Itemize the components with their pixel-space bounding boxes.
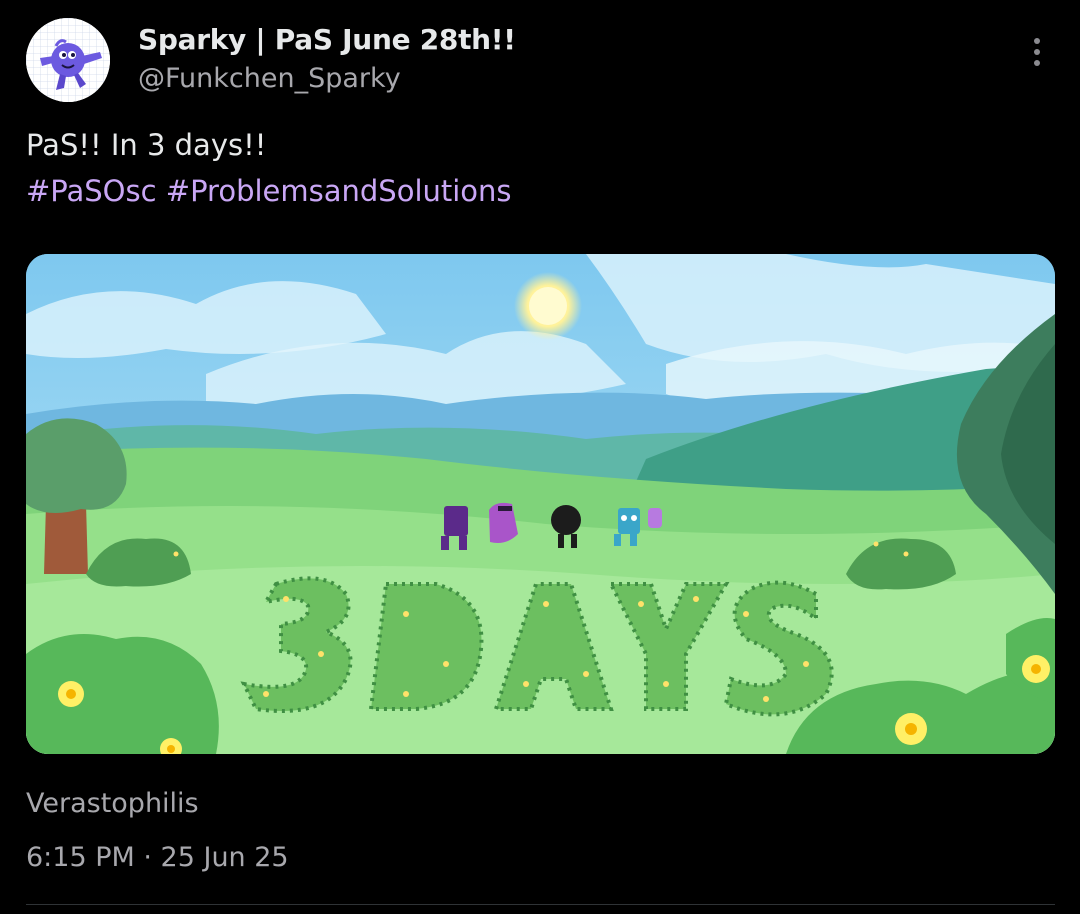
post-text: PaS!! In 3 days!! #PaSOsc #ProblemsandSo…: [26, 122, 512, 214]
author-info: Sparky | PaS June 28th!! @Funkchen_Spark…: [138, 20, 516, 98]
more-options-button[interactable]: [1022, 34, 1052, 70]
hashtag-list: #PaSOsc #ProblemsandSolutions: [26, 168, 512, 214]
divider: [26, 904, 1055, 905]
3-days-countdown-illustration: [26, 254, 1055, 754]
author-avatar[interactable]: [26, 18, 110, 102]
post-text-line: PaS!! In 3 days!!: [26, 128, 267, 162]
hashtag-link[interactable]: #PaSOsc: [26, 174, 157, 208]
more-vertical-icon-dot: [1034, 60, 1040, 66]
purple-character-avatar-icon: [26, 18, 110, 102]
author-display-name[interactable]: Sparky | PaS June 28th!!: [138, 20, 516, 60]
post-attribution[interactable]: Verastophilis: [26, 782, 199, 826]
post: Sparky | PaS June 28th!! @Funkchen_Spark…: [0, 0, 1080, 914]
post-media-image[interactable]: [26, 254, 1055, 754]
hashtag-link[interactable]: #ProblemsandSolutions: [166, 174, 512, 208]
more-vertical-icon: [1034, 38, 1040, 44]
author-handle[interactable]: @Funkchen_Sparky: [138, 60, 516, 98]
more-vertical-icon-dot: [1034, 49, 1040, 55]
post-timestamp[interactable]: 6:15 PM · 25 Jun 25: [26, 836, 289, 880]
